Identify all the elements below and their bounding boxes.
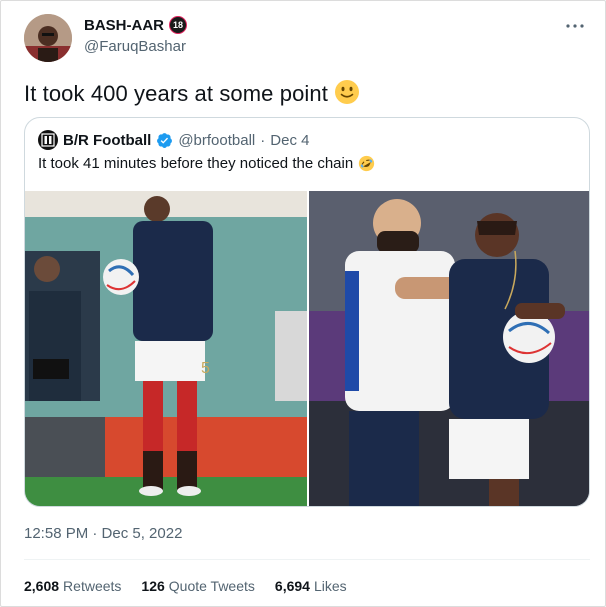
author-handle[interactable]: @FaruqBashar [84,38,186,55]
quoted-tweet-date[interactable]: Dec 4 [270,132,309,149]
rolling-on-the-floor-laughing-icon [358,155,375,172]
likes-count: 6,694 [274,578,310,594]
slightly-smiling-face-icon [334,79,360,111]
stat-likes[interactable]: 6,694 Likes [275,578,347,594]
tweet-timestamp[interactable]: 12:58 PM · Dec 5, 2022 [24,525,182,542]
verified-badge-icon [156,132,173,149]
author-avatar[interactable] [24,14,72,62]
divider [24,559,590,560]
quoted-tweet-media[interactable]: 5 [25,191,589,506]
quote-tweets-label: Quote Tweets [168,578,255,594]
jersey-number: 5 [201,360,210,377]
tweet-text: It took 400 years at some point [24,79,360,111]
stat-quote-tweets[interactable]: 126 Quote Tweets [141,578,255,594]
likes-label: Likes [313,578,347,594]
more-options-icon[interactable] [563,17,587,35]
quote-tweets-count: 126 [141,578,165,594]
tweet-text-body: It took 400 years at some point [24,80,328,106]
quoted-tweet-text-body: It took 41 minutes before they noticed t… [38,155,354,172]
retweets-count: 2,608 [24,578,60,594]
separator-dot: · [260,131,266,149]
age-18-badge-icon: 18 [169,16,187,34]
author-display-name[interactable]: BASH-AAR [84,17,164,34]
quoted-author-name[interactable]: B/R Football [63,132,151,149]
engagement-stats: 2,608 Retweets 126 Quote Tweets 6,694 Li… [24,578,347,594]
quoted-tweet-text: It took 41 minutes before they noticed t… [38,155,375,172]
media-photo-right[interactable] [309,191,589,506]
tweet-card: BASH-AAR 18 @FaruqBashar It took 400 yea… [0,0,606,607]
quoted-author-handle[interactable]: @brfootball [178,132,255,149]
media-photo-left[interactable]: 5 [25,191,307,506]
retweets-label: Retweets [63,578,122,594]
quoted-tweet-header: B/R Football @brfootball · Dec 4 [38,130,309,150]
quoted-author-avatar[interactable] [38,130,58,150]
author-name-row: BASH-AAR 18 [84,16,187,34]
stat-retweets[interactable]: 2,608 Retweets [24,578,121,594]
quoted-tweet[interactable]: B/R Football @brfootball · Dec 4 It took… [24,117,590,507]
